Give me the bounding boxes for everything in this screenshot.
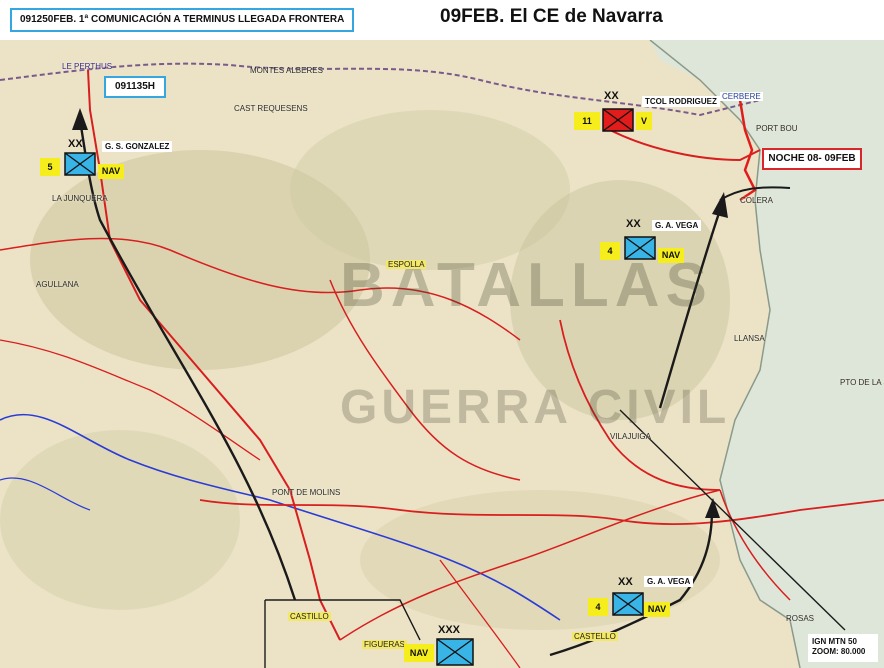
unit-symbol-icon (612, 592, 644, 616)
road (609, 129, 761, 162)
unit-tag-box: NAV (98, 164, 124, 179)
place-label: COLERA (740, 196, 773, 205)
page-title: 09FEB. El CE de Navarra (440, 6, 663, 27)
echelon-mark: XX (68, 138, 83, 150)
watermark-text: GUERRA CIVIL (340, 381, 731, 434)
unit-symbol-icon (602, 108, 634, 132)
place-label: PTO DE LA SELVA (840, 378, 884, 387)
scale-source: IGN MTN 50 (812, 637, 857, 646)
place-label: PONT DE MOLINS (272, 488, 341, 497)
unit-commander-label: G. A. VEGA (652, 220, 702, 231)
echelon-mark: XX (618, 576, 633, 588)
place-label: CASTELLO (572, 632, 618, 641)
unit-tag-box: NAV (404, 644, 434, 662)
arrowhead (72, 108, 88, 130)
unit-tag-box: NAV (658, 248, 684, 263)
boundary-line (264, 599, 421, 668)
unit-tag-box: NAV (644, 602, 670, 617)
terrain-patch (0, 430, 240, 610)
map-base-layer (0, 40, 884, 668)
unit-commander-label: TCOL RODRIGUEZ (642, 96, 720, 107)
unit-number-box: 4 (600, 242, 620, 260)
place-label: ROSAS (786, 614, 815, 623)
place-label: PORT BOU (756, 124, 798, 133)
place-label: FIGUERAS (362, 640, 407, 649)
unit-commander-label: G. A. VEGA (644, 576, 694, 587)
unit-commander-label: G. S. GONZALEZ (102, 141, 173, 152)
map-canvas[interactable]: BATALLAS GUERRA CIVIL LE PERTHUS MONTES … (0, 40, 884, 668)
place-label: LE PERTHUS (62, 62, 113, 71)
place-label: AGULLANA (36, 280, 79, 289)
place-label: CERBERE (720, 92, 763, 101)
echelon-mark: XX (604, 90, 619, 102)
arrowhead (705, 498, 720, 518)
map-header: 091250FEB. 1ª COMUNICACIÓN A TERMINUS LL… (0, 0, 884, 40)
unit-number-box: 4 (588, 598, 608, 616)
time-callout: 091135H (104, 76, 166, 98)
echelon-mark: XXX (438, 624, 461, 636)
unit-symbol-icon (624, 236, 656, 260)
place-label: CASTILLO (288, 612, 331, 621)
unit-tag-box: V (636, 112, 652, 130)
subtitle-box: 091250FEB. 1ª COMUNICACIÓN A TERMINUS LL… (10, 8, 355, 32)
scale-zoom: ZOOM: 80.000 (812, 647, 866, 656)
place-label: MONTES ALBERES (250, 66, 323, 75)
echelon-mark: XX (626, 218, 641, 230)
place-label: LLANSA (734, 334, 765, 343)
unit-symbol-icon (436, 638, 474, 666)
place-label: LA JUNQUERA (52, 194, 108, 203)
place-label: VILAJUIGA (610, 432, 651, 441)
unit-number-box: 11 (574, 112, 600, 130)
place-label: CAST REQUESENS (234, 104, 308, 113)
unit-symbol-icon (64, 152, 96, 176)
night-callout: NOCHE 08- 09FEB (762, 148, 862, 170)
scale-info: IGN MTN 50 ZOOM: 80.000 (808, 634, 878, 662)
unit-number-box: 5 (40, 158, 60, 176)
place-label: ESPOLLA (386, 260, 427, 269)
